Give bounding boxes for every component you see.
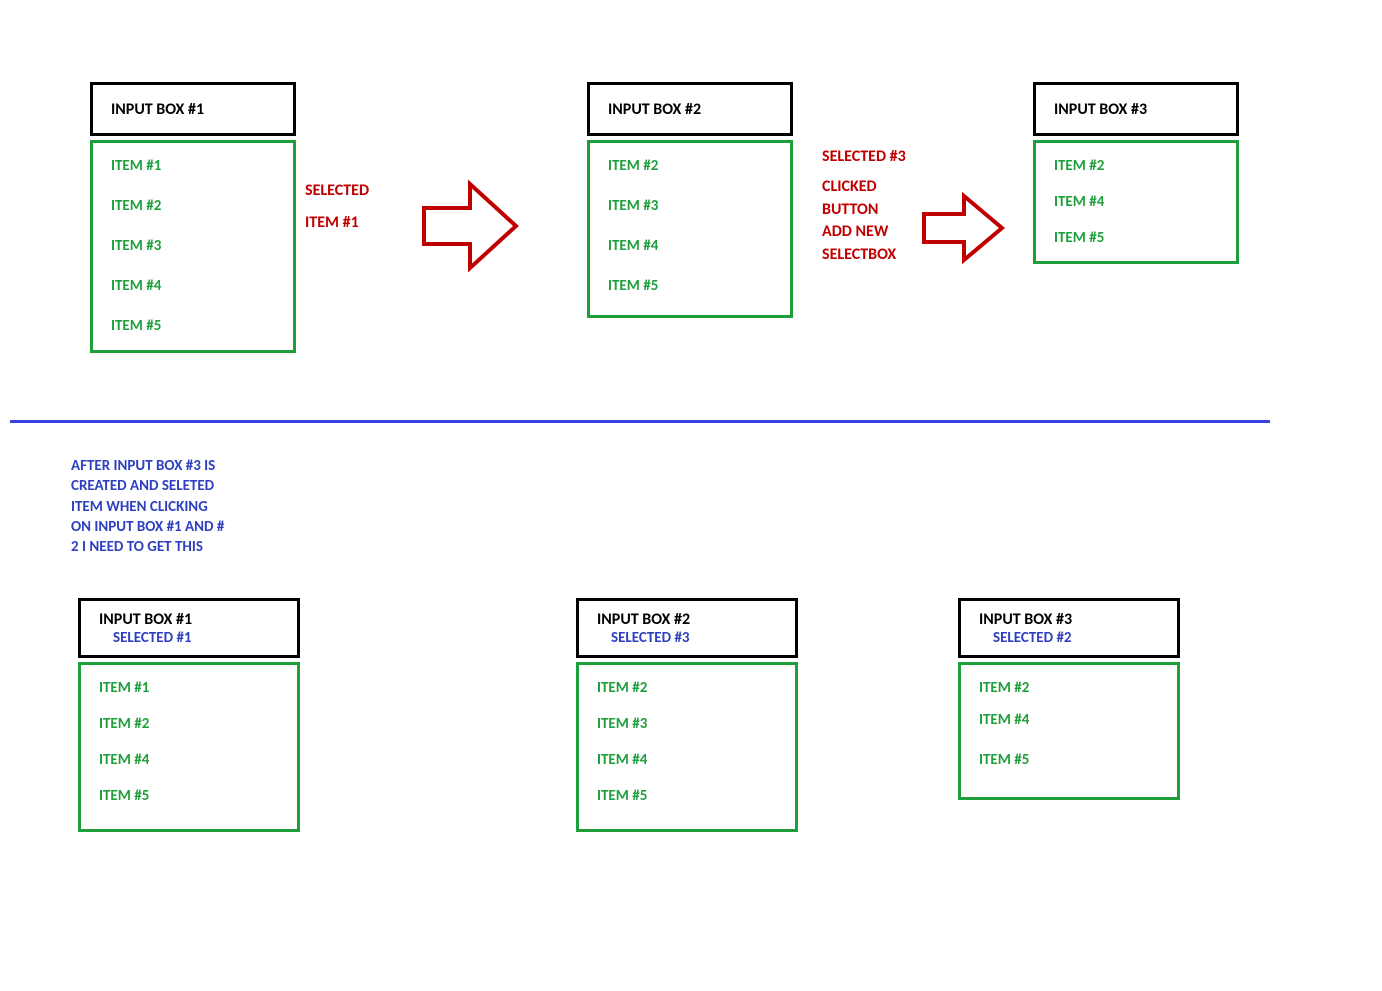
caption-selected-3: SELECTED #3 CLICKED BUTTON ADD NEW SELEC… xyxy=(822,146,906,266)
list-item[interactable]: ITEM #5 xyxy=(1054,229,1236,247)
input-box-2-body[interactable]: ITEM #2 ITEM #3 ITEM #4 ITEM #5 xyxy=(587,140,793,318)
arrow-right-icon xyxy=(420,178,520,274)
list-item[interactable]: ITEM #3 xyxy=(111,237,293,255)
list-item[interactable]: ITEM #2 xyxy=(99,715,297,733)
list-item[interactable]: ITEM #4 xyxy=(597,751,795,769)
input-box-2-header: INPUT BOX #2 xyxy=(587,82,793,136)
caption-line: BUTTON xyxy=(822,199,906,221)
caption-selected-item1: SELECTED ITEM #1 xyxy=(305,180,369,235)
list-item[interactable]: ITEM #4 xyxy=(979,711,1177,729)
input-box-2b-title: INPUT BOX #2 xyxy=(597,610,690,629)
note-line: ON INPUT BOX #1 AND # xyxy=(71,517,281,537)
list-item[interactable]: ITEM #2 xyxy=(979,679,1177,697)
input-box-3b-title: INPUT BOX #3 xyxy=(979,610,1072,629)
note-line: ITEM WHEN CLICKING xyxy=(71,497,281,517)
caption-line: SELECTBOX xyxy=(822,244,906,266)
input-box-1b-body[interactable]: ITEM #1 ITEM #2 ITEM #4 ITEM #5 xyxy=(78,662,300,832)
input-box-2b-header: INPUT BOX #2 SELECTED #3 xyxy=(576,598,798,658)
input-box-1-header: INPUT BOX #1 xyxy=(90,82,296,136)
input-box-2-title: INPUT BOX #2 xyxy=(608,100,701,119)
caption-line: SELECTED #3 xyxy=(822,146,906,168)
input-box-1-body[interactable]: ITEM #1 ITEM #2 ITEM #3 ITEM #4 ITEM #5 xyxy=(90,140,296,353)
list-item[interactable]: ITEM #3 xyxy=(597,715,795,733)
list-item[interactable]: ITEM #5 xyxy=(111,317,293,335)
list-item[interactable]: ITEM #4 xyxy=(111,277,293,295)
list-item[interactable]: ITEM #5 xyxy=(608,277,790,295)
list-item[interactable]: ITEM #5 xyxy=(597,787,795,805)
input-box-3b-subtitle: SELECTED #2 xyxy=(979,629,1072,647)
input-box-3b-header: INPUT BOX #3 SELECTED #2 xyxy=(958,598,1180,658)
input-box-1b-header: INPUT BOX #1 SELECTED #1 xyxy=(78,598,300,658)
explanation-note: AFTER INPUT BOX #3 IS CREATED AND SELETE… xyxy=(71,456,281,557)
input-box-3b-body[interactable]: ITEM #2 ITEM #4 ITEM #5 xyxy=(958,662,1180,800)
list-item[interactable]: ITEM #5 xyxy=(979,751,1177,769)
list-item[interactable]: ITEM #4 xyxy=(608,237,790,255)
caption-line: ITEM #1 xyxy=(305,212,369,234)
list-item[interactable]: ITEM #1 xyxy=(111,157,293,175)
list-item[interactable]: ITEM #3 xyxy=(608,197,790,215)
list-item[interactable]: ITEM #2 xyxy=(1054,157,1236,175)
caption-line: CLICKED xyxy=(822,176,906,198)
section-divider xyxy=(10,420,1270,423)
list-item[interactable]: ITEM #4 xyxy=(99,751,297,769)
note-line: CREATED AND SELETED xyxy=(71,476,281,496)
list-item[interactable]: ITEM #2 xyxy=(111,197,293,215)
list-item[interactable]: ITEM #5 xyxy=(99,787,297,805)
caption-line: ADD NEW xyxy=(822,221,906,243)
input-box-3-title: INPUT BOX #3 xyxy=(1054,100,1147,119)
note-line: 2 I NEED TO GET THIS xyxy=(71,537,281,557)
note-line: AFTER INPUT BOX #3 IS xyxy=(71,456,281,476)
input-box-1-title: INPUT BOX #1 xyxy=(111,100,204,119)
input-box-1b-subtitle: SELECTED #1 xyxy=(99,629,192,647)
list-item[interactable]: ITEM #1 xyxy=(99,679,297,697)
input-box-3-header: INPUT BOX #3 xyxy=(1033,82,1239,136)
list-item[interactable]: ITEM #2 xyxy=(597,679,795,697)
input-box-1b-title: INPUT BOX #1 xyxy=(99,610,192,629)
list-item[interactable]: ITEM #4 xyxy=(1054,193,1236,211)
input-box-3-body[interactable]: ITEM #2 ITEM #4 ITEM #5 xyxy=(1033,140,1239,264)
list-item[interactable]: ITEM #2 xyxy=(608,157,790,175)
input-box-2b-subtitle: SELECTED #3 xyxy=(597,629,690,647)
arrow-right-icon xyxy=(920,190,1006,266)
input-box-2b-body[interactable]: ITEM #2 ITEM #3 ITEM #4 ITEM #5 xyxy=(576,662,798,832)
caption-line: SELECTED xyxy=(305,180,369,202)
